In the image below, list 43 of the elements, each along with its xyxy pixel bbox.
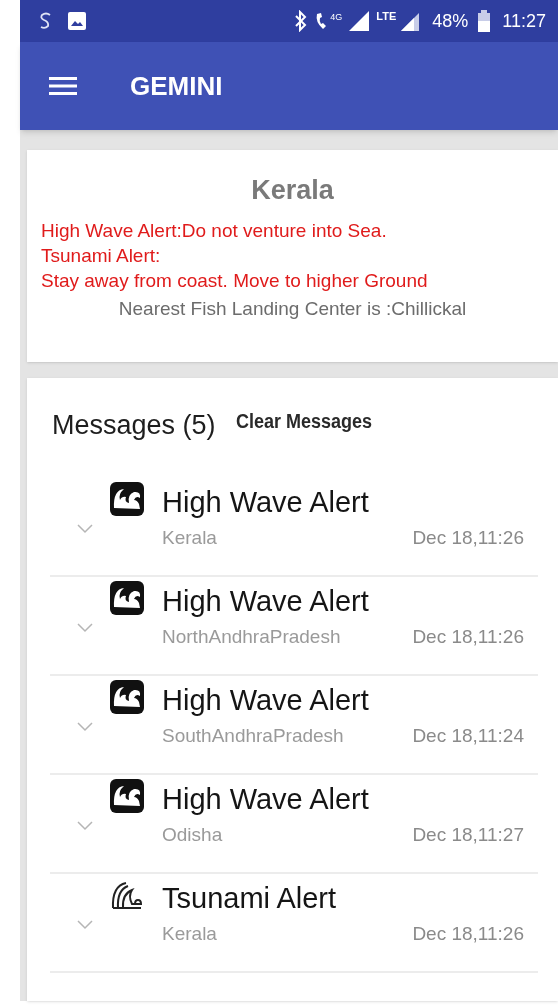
message-title: High Wave Alert [162, 782, 370, 817]
message-time: Dec 18,11:26 [412, 922, 524, 946]
tsunami-icon [110, 880, 144, 910]
chevron-down-icon[interactable] [77, 821, 93, 831]
chevron-down-icon[interactable] [77, 623, 93, 633]
image-icon [67, 11, 87, 31]
chevron-down-icon[interactable] [77, 722, 93, 732]
wave-icon [110, 779, 144, 813]
message-region: Kerala [162, 922, 217, 946]
message-time: Dec 18,11:26 [412, 526, 524, 550]
message-time: Dec 18,11:26 [412, 625, 524, 649]
messages-heading: Messages (5) [52, 409, 216, 442]
wave-icon [110, 581, 144, 615]
wave-icon [110, 680, 144, 714]
wave-icon [110, 482, 144, 516]
message-title: High Wave Alert [162, 683, 370, 718]
message-title: High Wave Alert [162, 485, 370, 520]
signal-icon [348, 10, 371, 32]
region-title: Kerala [250, 174, 335, 206]
alert-text: Tsunami Alert: [41, 244, 162, 268]
battery-icon [478, 10, 491, 32]
alert-text: High Wave Alert:Do not venture into Sea. [41, 219, 388, 243]
battery-percent: 48% [432, 9, 469, 33]
bluetooth-icon [294, 10, 309, 32]
message-time: Dec 18,11:24 [412, 724, 524, 748]
message-time: Dec 18,11:27 [412, 823, 524, 847]
network-type-label: LTE [376, 11, 397, 22]
app-title: GEMINI [130, 69, 223, 103]
menu-button[interactable] [48, 74, 78, 98]
menu-icon [49, 76, 77, 96]
alert-text: Stay away from coast. Move to higher Ground [41, 269, 429, 293]
message-region: Odisha [162, 823, 223, 847]
call-network-label: 4G [330, 13, 343, 22]
message-region: NorthAndhraPradesh [162, 625, 341, 649]
chevron-down-icon[interactable] [77, 524, 93, 534]
fish-landing-center-note: Nearest Fish Landing Center is :Chillickal [117, 297, 468, 321]
clock-time: 11:27 [502, 9, 546, 33]
chevron-down-icon[interactable] [77, 920, 93, 930]
message-region: Kerala [162, 526, 217, 550]
clear-messages-button[interactable]: Clear Messages [235, 408, 372, 434]
message-title: High Wave Alert [162, 584, 370, 619]
message-title: Tsunami Alert [162, 881, 338, 916]
message-region: SouthAndhraPradesh [162, 724, 344, 748]
